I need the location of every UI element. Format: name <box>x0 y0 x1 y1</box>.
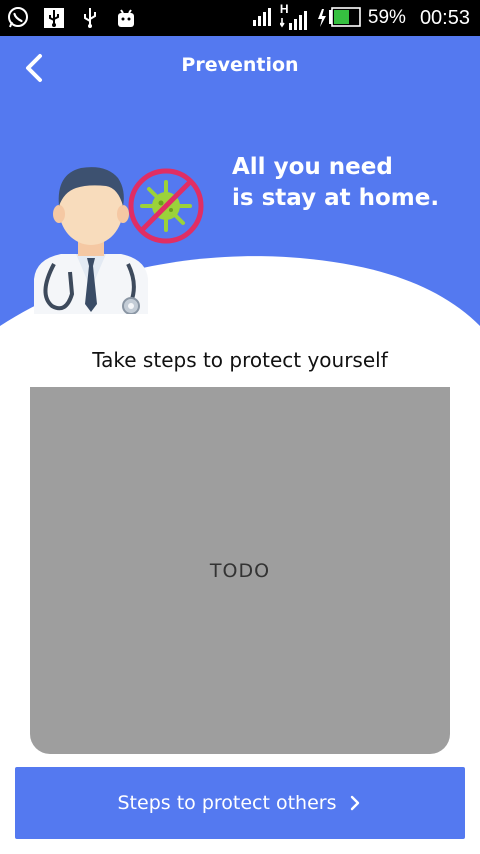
whatsapp-icon <box>6 6 30 30</box>
battery-icon <box>316 7 362 29</box>
tagline: All you need is stay at home. <box>232 152 472 214</box>
chevron-right-icon <box>351 795 360 811</box>
content-placeholder: TODO <box>30 387 450 754</box>
android-icon <box>114 6 138 30</box>
tagline-line-2: is stay at home. <box>232 185 440 211</box>
system-indicators: H 59% 00:53 <box>252 0 470 36</box>
no-virus-icon <box>128 168 204 244</box>
header-banner: Prevention All you need is stay at home. <box>0 36 480 332</box>
button-label: Steps to protect others <box>117 792 337 814</box>
placeholder-text: TODO <box>209 559 271 582</box>
usb-icon <box>42 6 66 30</box>
tagline-line-1: All you need <box>232 154 393 180</box>
page-title: Prevention <box>181 54 299 76</box>
signal-icon <box>252 5 274 31</box>
clock: 00:53 <box>419 6 470 29</box>
data-signal-icon: H <box>279 2 310 32</box>
section-heading: Take steps to protect yourself <box>92 348 388 372</box>
notification-icons <box>6 6 138 30</box>
usb-icon <box>78 6 102 30</box>
steps-to-protect-others-button[interactable]: Steps to protect others <box>15 767 465 839</box>
status-bar: H 59% 00:53 <box>0 0 480 36</box>
battery-percent: 59% <box>367 7 406 28</box>
